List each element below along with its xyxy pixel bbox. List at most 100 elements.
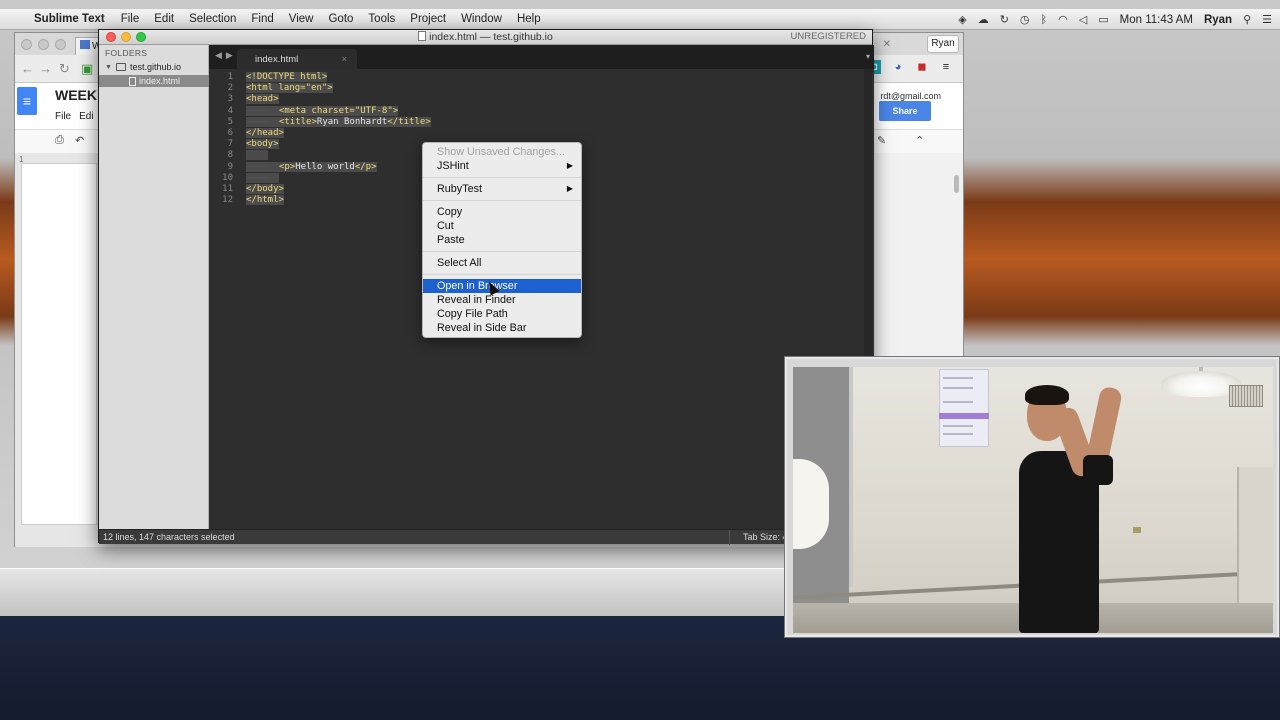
tab-navigation-arrows-icon[interactable]: ◀▶ bbox=[215, 50, 237, 61]
clock[interactable]: Mon 11:43 AM bbox=[1120, 14, 1193, 26]
projected-menu-highlight bbox=[939, 413, 989, 419]
tab-label: index.html bbox=[255, 54, 299, 65]
menu-item-open-in-browser[interactable]: Open in Browser bbox=[423, 279, 581, 293]
sublime-titlebar: index.html — test.github.io UNREGISTERED bbox=[99, 30, 872, 45]
shield-icon[interactable]: ◈ bbox=[958, 13, 966, 26]
line-number: 9 bbox=[227, 161, 233, 172]
code-line: </p> bbox=[354, 161, 377, 172]
menu-item-show-unsaved-changes: Show Unsaved Changes... bbox=[437, 146, 565, 158]
tab-size-indicator[interactable]: Tab Size: 4 bbox=[743, 532, 788, 542]
disclosure-triangle-icon[interactable]: ▼ bbox=[105, 64, 112, 71]
file-icon bbox=[129, 76, 136, 86]
tab-list-dropdown-icon[interactable]: ▾ bbox=[866, 52, 870, 61]
context-menu: Show Unsaved Changes... JSHint ▶ RubyTes… bbox=[422, 142, 582, 338]
reload-icon[interactable]: ↻ bbox=[59, 61, 70, 77]
docs-favicon-icon bbox=[80, 40, 90, 49]
menu-item-select-all[interactable]: Select All bbox=[423, 256, 581, 270]
menu-item-reveal-in-side-bar[interactable]: Reveal in Side Bar bbox=[423, 321, 581, 335]
menu-item-paste[interactable]: Paste bbox=[423, 233, 581, 247]
wifi-icon[interactable]: ◠ bbox=[1058, 13, 1068, 26]
menu-item-rubytest[interactable]: RubyTest ▶ bbox=[423, 182, 581, 196]
share-button[interactable]: Share bbox=[879, 101, 931, 121]
projected-menu-line bbox=[943, 387, 973, 389]
time-machine-icon[interactable]: ◷ bbox=[1020, 13, 1030, 26]
account-email[interactable]: rdt@gmail.com bbox=[880, 91, 941, 101]
status-bar: 12 lines, 147 characters selected Tab Si… bbox=[99, 529, 874, 545]
spotlight-search-icon[interactable]: ⚲ bbox=[1243, 13, 1251, 26]
menu-item-label: JSHint bbox=[437, 160, 469, 172]
menu-selection[interactable]: Selection bbox=[189, 13, 236, 25]
user-menu[interactable]: Ryan bbox=[1204, 14, 1232, 26]
tab-index-html[interactable]: index.html × bbox=[237, 49, 357, 69]
menu-project[interactable]: Project bbox=[410, 13, 446, 25]
code-content: <!DOCTYPE html> <html lang="en"> <head> … bbox=[246, 72, 431, 206]
menu-edit[interactable]: Edit bbox=[154, 13, 174, 25]
indent-guide: ⸻ bbox=[246, 116, 279, 127]
menu-file[interactable]: File bbox=[121, 13, 140, 25]
sidebar: FOLDERS ▼ test.github.io index.html bbox=[99, 45, 209, 529]
volume-icon[interactable]: ◁ bbox=[1079, 13, 1087, 26]
docs-title[interactable]: WEEK bbox=[55, 87, 97, 103]
selection-status: 12 lines, 147 characters selected bbox=[103, 532, 235, 542]
docs-menu-edit[interactable]: Edi bbox=[79, 111, 93, 122]
menu-find[interactable]: Find bbox=[251, 13, 273, 25]
air-vent bbox=[1229, 385, 1263, 407]
submenu-arrow-icon: ▶ bbox=[566, 184, 573, 193]
print-icon[interactable]: ⎙ bbox=[55, 134, 64, 147]
line-number: 3 bbox=[227, 94, 233, 105]
projected-menu-line bbox=[943, 377, 973, 379]
battery-icon[interactable]: ▭ bbox=[1098, 13, 1108, 26]
chrome-minimize-button[interactable] bbox=[38, 39, 49, 50]
pocket-extension-icon[interactable]: ◼ bbox=[915, 60, 929, 74]
menu-item-copy[interactable]: Copy bbox=[423, 205, 581, 219]
menu-goto[interactable]: Goto bbox=[328, 13, 353, 25]
bluetooth-icon[interactable]: ᛒ bbox=[1041, 14, 1048, 26]
window-title-text: index.html — test.github.io bbox=[429, 31, 553, 43]
wall-outlet bbox=[1133, 527, 1141, 533]
indent-guide: ⸻ bbox=[246, 161, 279, 172]
line-number: 6 bbox=[227, 127, 233, 138]
menu-item-jshint[interactable]: JSHint ▶ bbox=[423, 159, 581, 173]
collapse-icon[interactable]: ⌃ bbox=[915, 134, 924, 147]
chrome-window-controls bbox=[21, 39, 66, 50]
code-line: <!DOCTYPE html> bbox=[246, 72, 328, 82]
chrome-zoom-button[interactable] bbox=[55, 39, 66, 50]
cloud-icon[interactable]: ☁ bbox=[978, 13, 989, 26]
back-arrow-icon[interactable]: ← bbox=[21, 61, 34, 76]
forward-arrow-icon[interactable]: → bbox=[39, 61, 52, 76]
chrome-close-button[interactable] bbox=[21, 39, 32, 50]
unregistered-label: UNREGISTERED bbox=[790, 31, 866, 42]
presenter-sleeve bbox=[1083, 455, 1113, 485]
file-name: index.html bbox=[139, 76, 181, 86]
chrome-menu-icon[interactable]: ≡ bbox=[939, 60, 953, 74]
docs-scrollbar[interactable] bbox=[954, 175, 959, 193]
code-line: </title> bbox=[387, 116, 431, 127]
tab-close-icon[interactable]: × bbox=[342, 54, 347, 64]
menu-window[interactable]: Window bbox=[461, 13, 502, 25]
menu-help[interactable]: Help bbox=[517, 13, 541, 25]
document-icon bbox=[418, 31, 427, 41]
menu-item-reveal-in-finder[interactable]: Reveal in Finder bbox=[423, 293, 581, 307]
globe-extension-icon[interactable]: ◕ bbox=[891, 60, 905, 74]
chrome-profile-button[interactable]: Ryan bbox=[927, 35, 959, 53]
docs-menu-file[interactable]: File bbox=[55, 111, 71, 122]
line-number: 5 bbox=[227, 116, 233, 127]
sidebar-file-item[interactable]: index.html bbox=[99, 75, 209, 87]
docs-page[interactable] bbox=[21, 163, 97, 525]
app-menu[interactable]: Sublime Text bbox=[34, 13, 105, 25]
menu-view[interactable]: View bbox=[289, 13, 314, 25]
menu-item-cut[interactable]: Cut bbox=[423, 219, 581, 233]
folder-icon bbox=[115, 63, 126, 71]
pencil-icon[interactable]: ✎ bbox=[877, 134, 886, 147]
sync-icon[interactable]: ↻ bbox=[1000, 13, 1009, 26]
sidebar-folder[interactable]: ▼ test.github.io bbox=[105, 62, 181, 72]
projected-menu-line bbox=[943, 401, 973, 403]
menu-item-copy-file-path[interactable]: Copy File Path bbox=[423, 307, 581, 321]
docs-logo-icon[interactable]: ≡ bbox=[17, 87, 37, 115]
menu-tools[interactable]: Tools bbox=[368, 13, 395, 25]
chrome-tab-close-icon[interactable]: ✕ bbox=[883, 39, 891, 50]
folders-heading: FOLDERS bbox=[105, 48, 148, 58]
undo-icon[interactable]: ↶ bbox=[75, 134, 84, 147]
notification-center-icon[interactable]: ☰ bbox=[1262, 13, 1272, 26]
menu-item-label: RubyTest bbox=[437, 183, 483, 195]
